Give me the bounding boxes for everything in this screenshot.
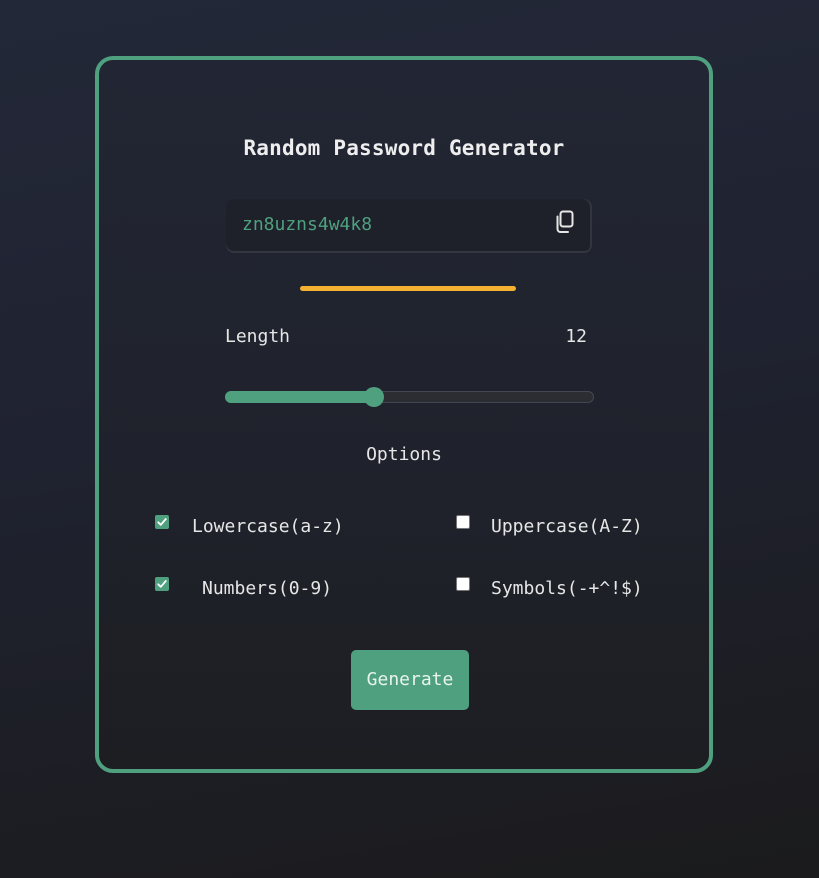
lowercase-checkbox[interactable] [155, 515, 169, 529]
numbers-label: Numbers(0-9) [202, 578, 333, 599]
password-text: zn8uzns4w4k8 [242, 214, 373, 235]
uppercase-label: Uppercase(A-Z) [491, 516, 643, 537]
length-slider-fill [225, 391, 375, 403]
page-title: Random Password Generator [243, 136, 565, 160]
length-slider[interactable] [225, 387, 594, 407]
length-label: Length [225, 326, 291, 347]
password-display: zn8uzns4w4k8 [226, 199, 592, 253]
symbols-label: Symbols(-+^!$) [491, 578, 643, 599]
symbols-checkbox[interactable] [456, 577, 470, 591]
numbers-checkbox[interactable] [155, 577, 169, 591]
copy-icon[interactable] [554, 210, 576, 234]
length-slider-thumb[interactable] [364, 387, 385, 407]
lowercase-label: Lowercase(a-z) [192, 516, 344, 537]
password-generator-card: Random Password Generator zn8uzns4w4k8 L… [95, 56, 713, 773]
uppercase-checkbox[interactable] [456, 515, 470, 529]
strength-indicator-bar [300, 286, 516, 291]
options-heading: Options [366, 444, 442, 465]
generate-button[interactable]: Generate [351, 650, 469, 710]
length-value: 12 [565, 326, 587, 347]
